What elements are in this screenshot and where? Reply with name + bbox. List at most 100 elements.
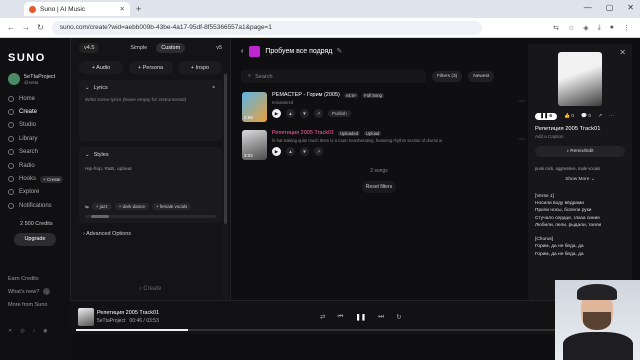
like-button[interactable]: 👍 0 <box>564 114 574 119</box>
add-audio-button[interactable]: + Audio <box>79 61 123 74</box>
tab-switcher-icon[interactable] <box>4 4 20 14</box>
styles-input[interactable]: Hip-hop, R&B, upbeat <box>85 167 216 203</box>
search-input[interactable]: ⌕ Search <box>241 70 426 83</box>
lyrics-input[interactable]: Write some lyrics (leave empty for instr… <box>85 98 216 136</box>
sidebar-item-hooks[interactable]: Hooks + Create <box>8 172 70 185</box>
instagram-icon[interactable]: ◎ <box>20 328 24 334</box>
sidebar-item-notifications[interactable]: Notifications <box>8 199 70 212</box>
earn-credits-link[interactable]: Earn Credits <box>8 272 50 285</box>
translate-icon[interactable]: ⇆ <box>553 24 559 32</box>
back-icon[interactable]: ← <box>7 23 15 32</box>
share-icon[interactable]: ↗ <box>314 147 323 156</box>
tags-scrollbar[interactable] <box>85 215 216 218</box>
player-progress[interactable] <box>76 329 636 331</box>
add-caption-link[interactable]: Add a Caption <box>535 134 625 139</box>
thumbs-up-icon[interactable]: ▲ <box>286 109 295 118</box>
url-field[interactable]: suno.com/create?wid=aebb009b-43be-4a17-9… <box>51 20 482 35</box>
whats-new-link[interactable]: What's new? • <box>8 285 51 298</box>
song-title[interactable]: Репетиция 2005 Track01 <box>272 130 334 136</box>
share-icon[interactable]: ↗ <box>314 109 323 118</box>
add-persona-button[interactable]: + Persona <box>128 61 173 74</box>
mode-simple[interactable]: Simple <box>125 43 152 53</box>
repeat-icon[interactable]: ↻ <box>396 313 401 321</box>
publish-button[interactable]: Publish <box>328 110 351 117</box>
scrollbar-thumb[interactable] <box>91 215 109 218</box>
forward-icon[interactable]: → <box>22 23 30 32</box>
extensions-icon[interactable]: ◈ <box>583 24 588 32</box>
reset-filters-button[interactable]: Reset filters <box>362 181 396 193</box>
more-from-suno-link[interactable]: More from Suno <box>8 298 50 311</box>
sidebar-item-radio[interactable]: Radio <box>8 159 70 172</box>
player-title[interactable]: Репетиция 2005 Track01 <box>97 310 159 316</box>
thumbs-up-icon[interactable]: ▲ <box>286 147 295 156</box>
menu-icon[interactable]: ⋮ <box>623 24 630 32</box>
x-icon[interactable]: ✕ <box>8 328 12 334</box>
scrollbar-thumb[interactable] <box>224 74 227 224</box>
sidebar-item-studio[interactable]: Studio <box>8 119 70 132</box>
detail-cover[interactable] <box>558 52 602 106</box>
mode-custom[interactable]: Custom <box>156 43 186 53</box>
close-window-icon[interactable]: ✕ <box>627 3 634 12</box>
version-selector[interactable]: v4.5 <box>79 43 100 53</box>
minimize-icon[interactable]: — <box>584 3 592 12</box>
tiktok-icon[interactable]: ♪ <box>33 328 36 334</box>
player-cover[interactable] <box>78 308 94 326</box>
workspace-title[interactable]: Пробуем все подряд <box>265 48 332 55</box>
song-cover[interactable]: 2:59 <box>242 92 267 122</box>
show-more-button[interactable]: Show More ⌄ <box>535 177 625 182</box>
more-options-icon[interactable]: ⋯ <box>609 114 614 119</box>
pause-icon[interactable]: ❚❚ <box>355 313 366 321</box>
model-selector[interactable]: v5 <box>216 45 222 51</box>
next-icon[interactable]: ⏭ <box>378 313 384 321</box>
more-options-icon[interactable]: ⋯ <box>519 98 525 105</box>
share-icon[interactable]: ↗ <box>598 114 602 119</box>
thumbs-down-icon[interactable]: ▼ <box>300 109 309 118</box>
close-tab-icon[interactable]: ✕ <box>120 5 125 13</box>
download-icon[interactable]: ⤓ <box>598 24 601 32</box>
advanced-options-toggle[interactable]: › Advanced Options <box>83 231 222 237</box>
browser-tab[interactable]: Suno | AI Music ✕ <box>24 2 130 16</box>
styles-header[interactable]: ⌄ Styles <box>85 152 216 158</box>
play-icon[interactable]: ▶ <box>272 147 281 156</box>
add-inspo-button[interactable]: + Inspo <box>178 61 222 74</box>
create-panel-scrollbar[interactable] <box>223 72 228 304</box>
thumbs-down-icon[interactable]: ▼ <box>300 147 309 156</box>
hooks-create-pill[interactable]: + Create <box>40 175 64 183</box>
style-tag[interactable]: + jazz <box>91 203 112 210</box>
song-cover[interactable]: 3:03 <box>242 130 267 160</box>
profile-icon[interactable]: ● <box>610 24 614 32</box>
play-count-button[interactable]: ❚❚ 6 <box>535 113 558 120</box>
upgrade-button[interactable]: Upgrade <box>14 232 56 246</box>
comment-button[interactable]: 💬 0 <box>581 114 591 119</box>
sidebar-item-create[interactable]: Create <box>8 105 70 118</box>
suno-logo[interactable]: SUNO <box>8 52 70 64</box>
style-tag[interactable]: + female vocals <box>151 203 192 210</box>
list-item[interactable]: 3:03 Репетиция 2005 Track01 Uploaded Upl… <box>242 130 527 160</box>
edit-icon[interactable]: ✎ <box>336 47 342 55</box>
sidebar-item-explore[interactable]: Explore <box>8 186 70 199</box>
discord-icon[interactable]: ◉ <box>43 328 47 334</box>
profile[interactable]: 5eTtaProject @setta <box>8 73 70 85</box>
back-arrow-icon[interactable]: ‹ <box>241 48 243 55</box>
filters-button[interactable]: Filters (3) <box>432 71 463 82</box>
player-artist[interactable]: 5eTtaProject <box>97 318 125 324</box>
maximize-icon[interactable]: ▢ <box>606 3 614 12</box>
previous-icon[interactable]: ⏮ <box>337 313 343 321</box>
create-button[interactable]: ♪ Create <box>70 282 230 296</box>
play-icon[interactable]: ▶ <box>272 109 281 118</box>
reload-icon[interactable]: ↻ <box>37 23 44 32</box>
sort-button[interactable]: Newest <box>468 71 495 82</box>
shuffle-icon[interactable]: ⇋ <box>85 204 89 210</box>
lyrics-header[interactable]: ⌄ Lyrics ✦ <box>85 85 216 91</box>
sidebar-item-search[interactable]: Search <box>8 146 70 159</box>
sidebar-item-library[interactable]: Library <box>8 132 70 145</box>
list-item[interactable]: 2:59 РЕМАСТЕР - Горим (2005) v4.5+ Full … <box>242 92 527 122</box>
more-options-icon[interactable]: ⋯ <box>519 136 525 143</box>
shuffle-icon[interactable]: ⇄ <box>320 313 325 321</box>
song-title[interactable]: РЕМАСТЕР - Горим (2005) <box>272 92 340 98</box>
new-tab-icon[interactable]: + <box>136 4 141 14</box>
magic-wand-icon[interactable]: ✦ <box>211 85 216 91</box>
sidebar-item-home[interactable]: Home <box>8 92 70 105</box>
close-icon[interactable]: ✕ <box>619 48 626 57</box>
remix-edit-button[interactable]: ♪ Remix/Edit <box>535 146 625 157</box>
